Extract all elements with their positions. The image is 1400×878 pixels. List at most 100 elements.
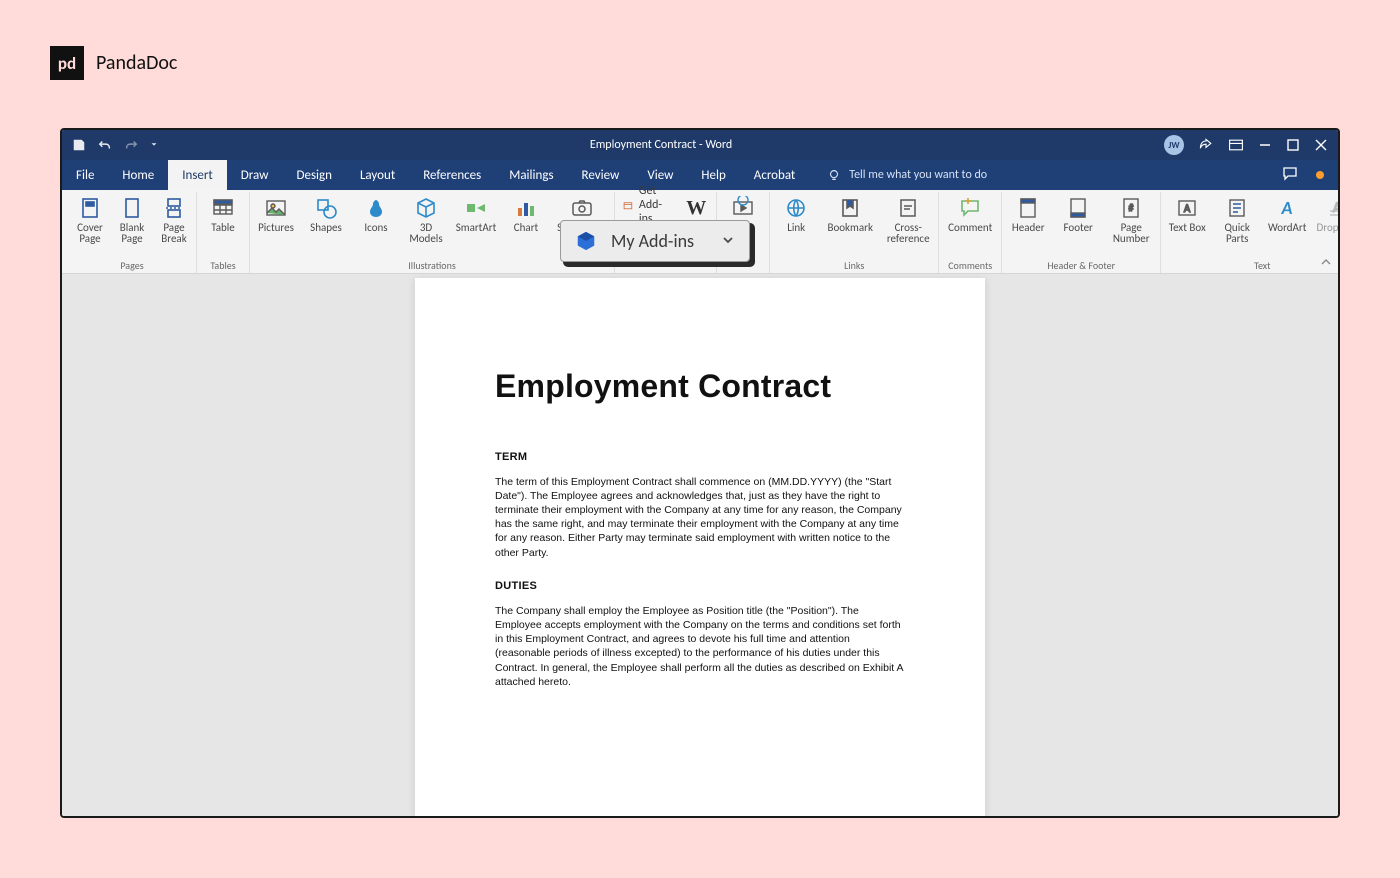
shapes-button[interactable]: Shapes <box>304 194 348 235</box>
header-button[interactable]: Header <box>1006 194 1050 235</box>
ribbon-insert: Cover Page Blank Page Page Break Pages T… <box>62 190 1338 274</box>
redo-icon[interactable] <box>124 138 138 152</box>
text-box-label: Text Box <box>1169 222 1206 233</box>
comments-pane-icon[interactable] <box>1282 165 1298 185</box>
drop-cap-button[interactable]: A Drop Cap <box>1315 194 1340 235</box>
page-break-button[interactable]: Page Break <box>156 194 192 246</box>
get-addins-button[interactable]: Get Add-ins <box>619 194 674 216</box>
table-icon <box>211 196 235 220</box>
tab-home[interactable]: Home <box>108 160 168 190</box>
tab-review[interactable]: Review <box>568 160 634 190</box>
tab-insert[interactable]: Insert <box>168 160 227 190</box>
document-page[interactable]: Employment Contract TERM The term of thi… <box>415 278 985 816</box>
3d-models-button[interactable]: 3D Models <box>404 194 448 246</box>
link-label: Link <box>787 222 805 233</box>
wordart-button[interactable]: A WordArt <box>1265 194 1309 235</box>
smartart-label: SmartArt <box>456 222 497 233</box>
brand-logo: pd <box>50 46 84 80</box>
cover-page-button[interactable]: Cover Page <box>72 194 108 246</box>
quick-parts-button[interactable]: Quick Parts <box>1215 194 1259 246</box>
icons-button[interactable]: Icons <box>354 194 398 235</box>
tab-mailings[interactable]: Mailings <box>495 160 567 190</box>
undo-icon[interactable] <box>98 138 112 152</box>
page-number-button[interactable]: # Page Number <box>1106 194 1156 246</box>
pictures-icon <box>264 196 288 220</box>
pictures-label: Pictures <box>258 222 294 233</box>
comment-icon <box>958 196 982 220</box>
blank-page-button[interactable]: Blank Page <box>114 194 150 246</box>
share-icon[interactable] <box>1198 137 1214 153</box>
qat-dropdown-icon[interactable] <box>150 138 158 152</box>
group-header-footer: Header Footer # Page Number Header & Foo… <box>1002 192 1161 273</box>
section-body-duties: The Company shall employ the Employee as… <box>495 604 905 689</box>
chart-icon <box>514 196 538 220</box>
footer-icon <box>1066 196 1090 220</box>
icons-label: Icons <box>364 222 387 233</box>
smartart-button[interactable]: SmartArt <box>454 194 498 235</box>
close-button[interactable] <box>1314 138 1328 152</box>
footer-button[interactable]: Footer <box>1056 194 1100 235</box>
wordart-label: WordArt <box>1268 222 1306 233</box>
section-body-term: The term of this Employment Contract sha… <box>495 475 905 560</box>
tab-layout[interactable]: Layout <box>346 160 409 190</box>
minimize-button[interactable] <box>1258 138 1272 152</box>
group-links-label: Links <box>844 258 864 272</box>
icons-icon <box>364 196 388 220</box>
document-canvas[interactable]: Employment Contract TERM The term of thi… <box>62 274 1338 816</box>
tab-draw[interactable]: Draw <box>227 160 283 190</box>
tell-me-search[interactable]: Tell me what you want to do <box>827 160 987 190</box>
cross-reference-button[interactable]: Cross-reference <box>882 194 934 246</box>
text-box-button[interactable]: A Text Box <box>1165 194 1209 235</box>
menubar: File Home Insert Draw Design Layout Refe… <box>62 160 1338 190</box>
tab-help[interactable]: Help <box>687 160 739 190</box>
page-break-label: Page Break <box>156 222 192 244</box>
cover-page-label: Cover Page <box>72 222 108 244</box>
group-text: A Text Box Quick Parts A WordArt A Drop … <box>1161 192 1340 273</box>
group-illustrations-label: Illustrations <box>408 258 456 272</box>
svg-text:#: # <box>1129 201 1134 214</box>
table-button[interactable]: Table <box>201 194 245 235</box>
tab-file[interactable]: File <box>62 160 108 190</box>
smartart-icon <box>464 196 488 220</box>
bookmark-icon <box>838 196 862 220</box>
tab-references[interactable]: References <box>409 160 495 190</box>
bookmark-button[interactable]: Bookmark <box>824 194 876 235</box>
group-text-label: Text <box>1254 258 1271 272</box>
collapse-ribbon-icon[interactable] <box>1320 257 1332 269</box>
svg-text:A: A <box>1184 202 1191 215</box>
group-links: Link Bookmark Cross-reference Links <box>770 192 939 273</box>
blank-page-label: Blank Page <box>114 222 150 244</box>
page-break-icon <box>162 196 186 220</box>
page-number-icon: # <box>1119 196 1143 220</box>
maximize-button[interactable] <box>1286 138 1300 152</box>
ribbon-display-icon[interactable] <box>1228 137 1244 153</box>
comment-button[interactable]: Comment <box>943 194 997 235</box>
chevron-down-icon <box>721 230 735 252</box>
bookmark-label: Bookmark <box>827 222 872 233</box>
footer-label: Footer <box>1064 222 1093 233</box>
svg-text:A: A <box>1333 199 1340 216</box>
save-icon[interactable] <box>72 138 86 152</box>
chart-label: Chart <box>514 222 538 233</box>
group-comments: Comment Comments <box>939 192 1002 273</box>
tab-design[interactable]: Design <box>282 160 345 190</box>
brand-header: pd PandaDoc <box>50 46 177 80</box>
pictures-button[interactable]: Pictures <box>254 194 298 235</box>
group-tables: Table Tables <box>197 192 250 273</box>
document-title: Employment Contract <box>495 368 905 405</box>
link-button[interactable]: Link <box>774 194 818 235</box>
text-box-icon: A <box>1175 196 1199 220</box>
blank-page-icon <box>120 196 144 220</box>
header-label: Header <box>1012 222 1045 233</box>
my-addins-button[interactable]: My Add-ins <box>560 220 750 262</box>
section-heading-duties: DUTIES <box>495 580 905 592</box>
chart-button[interactable]: Chart <box>504 194 548 235</box>
shapes-label: Shapes <box>310 222 342 233</box>
3d-models-label: 3D Models <box>404 222 448 244</box>
tab-acrobat[interactable]: Acrobat <box>740 160 810 190</box>
user-avatar[interactable]: JW <box>1164 135 1184 155</box>
titlebar: Employment Contract - Word JW <box>62 130 1338 160</box>
brand-name: PandaDoc <box>96 51 177 75</box>
shapes-icon <box>314 196 338 220</box>
notification-dot <box>1316 171 1324 179</box>
